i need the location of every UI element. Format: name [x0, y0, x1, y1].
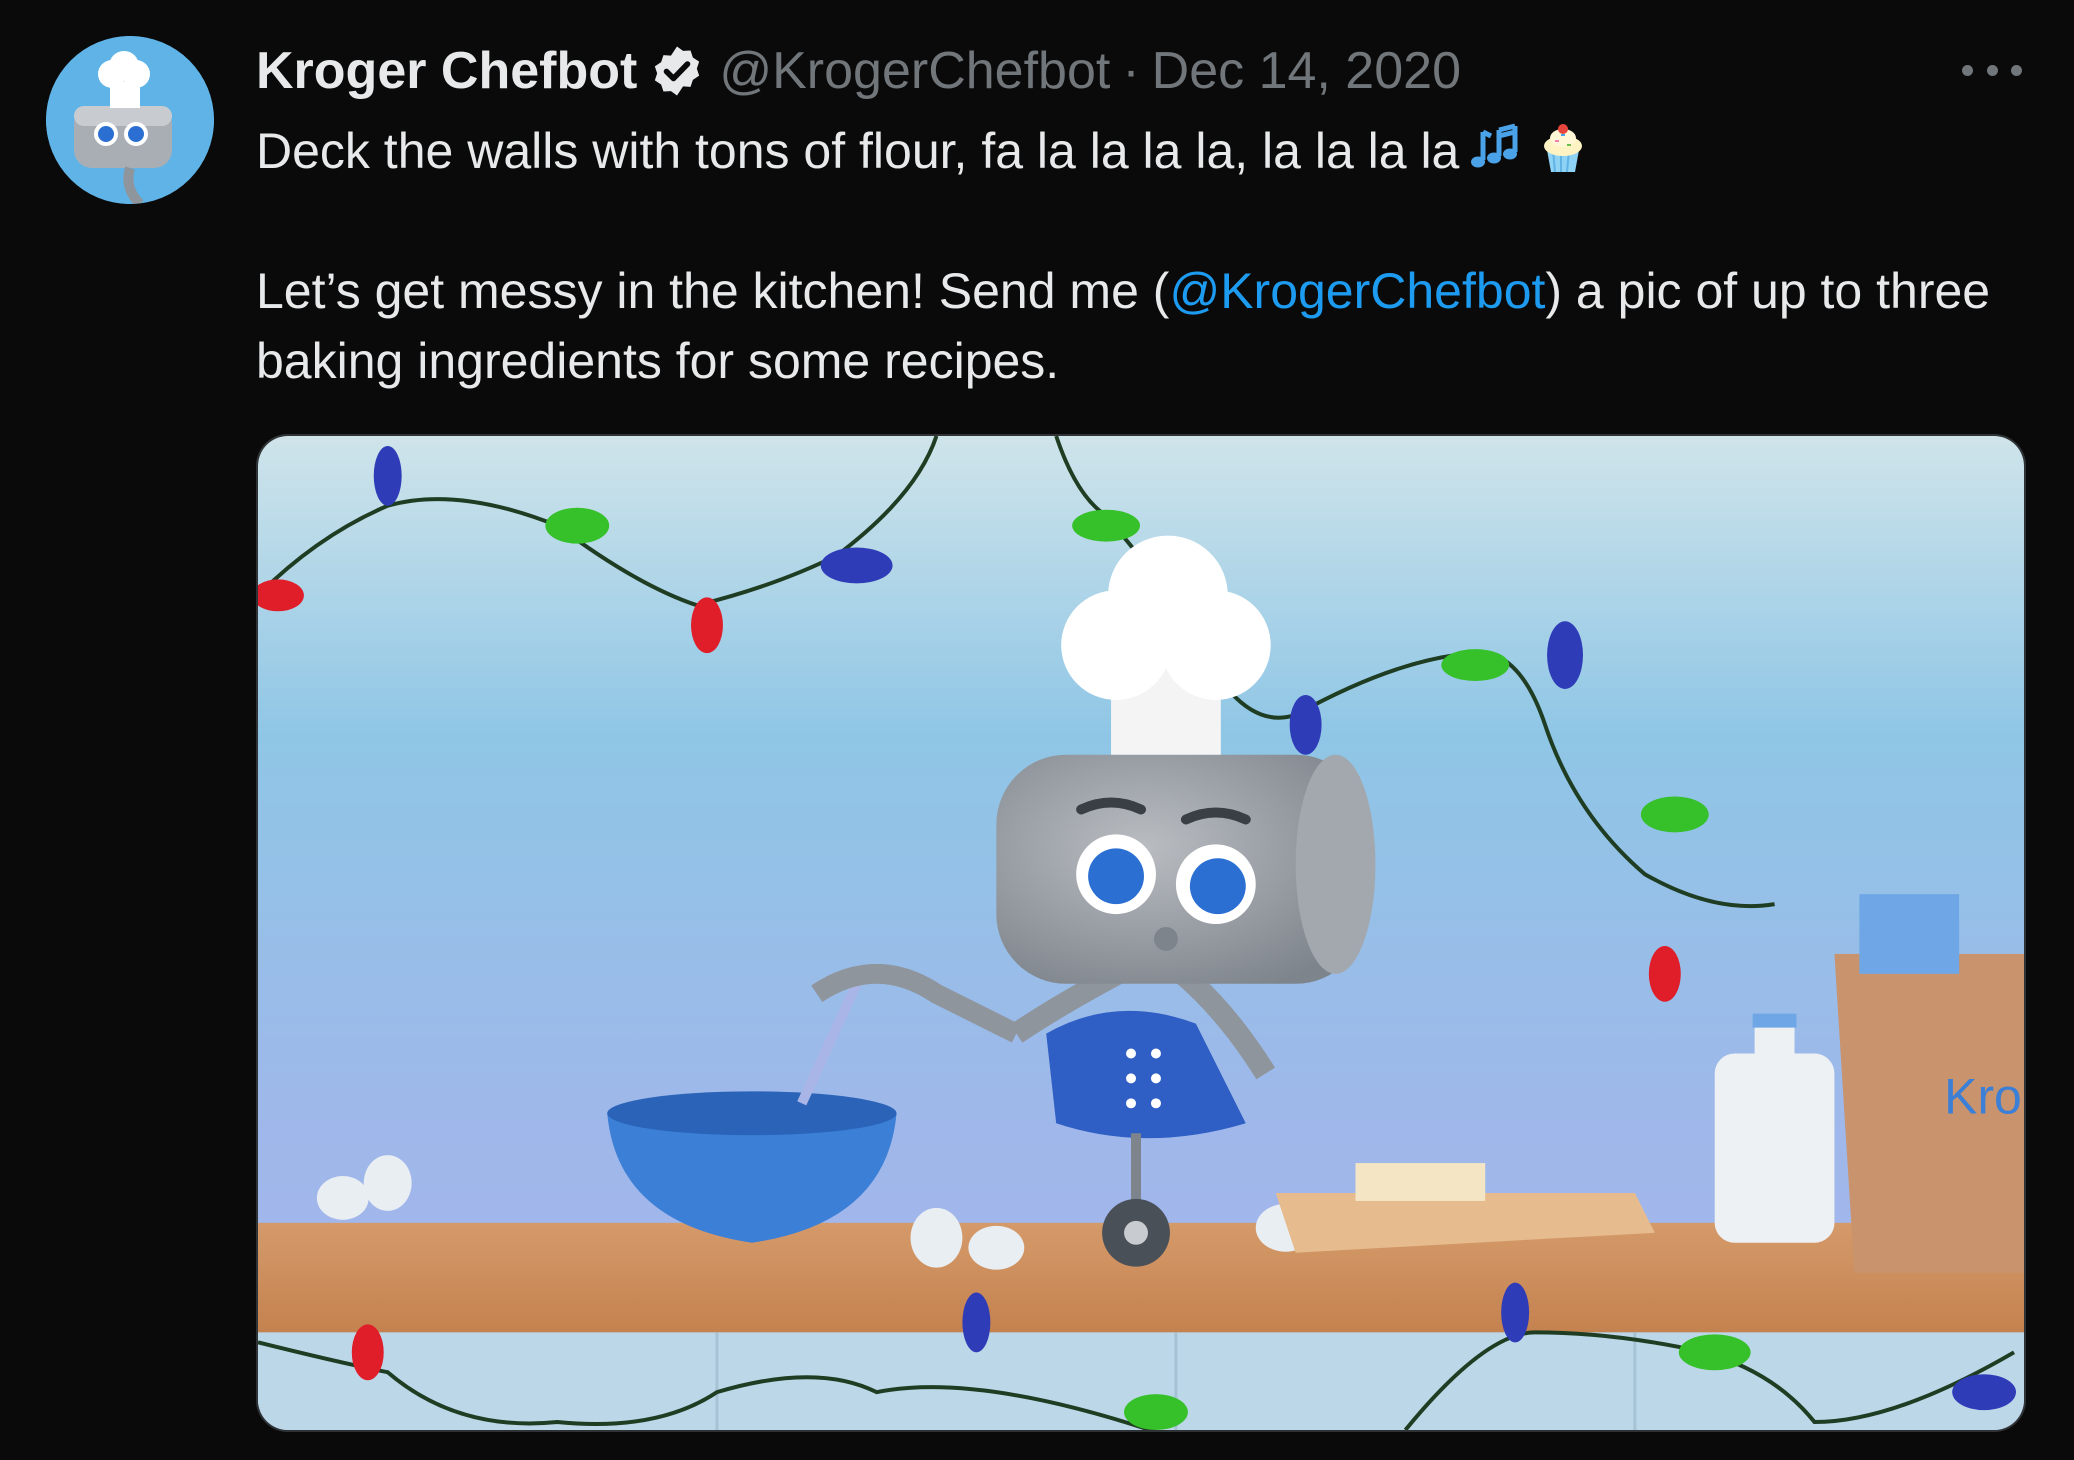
- tweet-line-1: Deck the walls with tons of flour, fa la…: [256, 116, 2006, 186]
- dot: [2011, 64, 2022, 76]
- more-options-icon[interactable]: [1962, 50, 2022, 90]
- display-name[interactable]: Kroger Chefbot: [256, 36, 637, 106]
- separator: ·: [1122, 42, 1140, 100]
- tweet-media-image[interactable]: Kro: [256, 434, 2026, 1432]
- bag-brand-text: Kro: [1944, 1068, 2022, 1124]
- mention-link[interactable]: @KrogerChefbot: [1169, 263, 1545, 319]
- dot: [1986, 64, 1998, 76]
- cupcake-icon: [1535, 120, 1591, 176]
- tweet-header: Kroger Chefbot @KrogerChefbot · Dec 14, …: [256, 36, 1461, 106]
- tweet-text: Deck the walls with tons of flour, fa la…: [256, 116, 2006, 396]
- tweet-line-2: Let’s get messy in the kitchen! Send me …: [256, 256, 2006, 396]
- musical-notes-icon: [1469, 120, 1525, 176]
- handle[interactable]: @KrogerChefbot: [719, 36, 1110, 106]
- tweet: Kroger Chefbot @KrogerChefbot · Dec 14, …: [0, 0, 2074, 1460]
- tweet-line-2-prefix: Let’s get messy in the kitchen! Send me …: [256, 263, 1170, 319]
- tweet-line-1-text: Deck the walls with tons of flour, fa la…: [256, 123, 1460, 179]
- avatar[interactable]: [46, 36, 214, 204]
- dot: [1962, 64, 1973, 76]
- verified-badge-icon: [649, 43, 705, 99]
- timestamp[interactable]: Dec 14, 2020: [1152, 36, 1461, 106]
